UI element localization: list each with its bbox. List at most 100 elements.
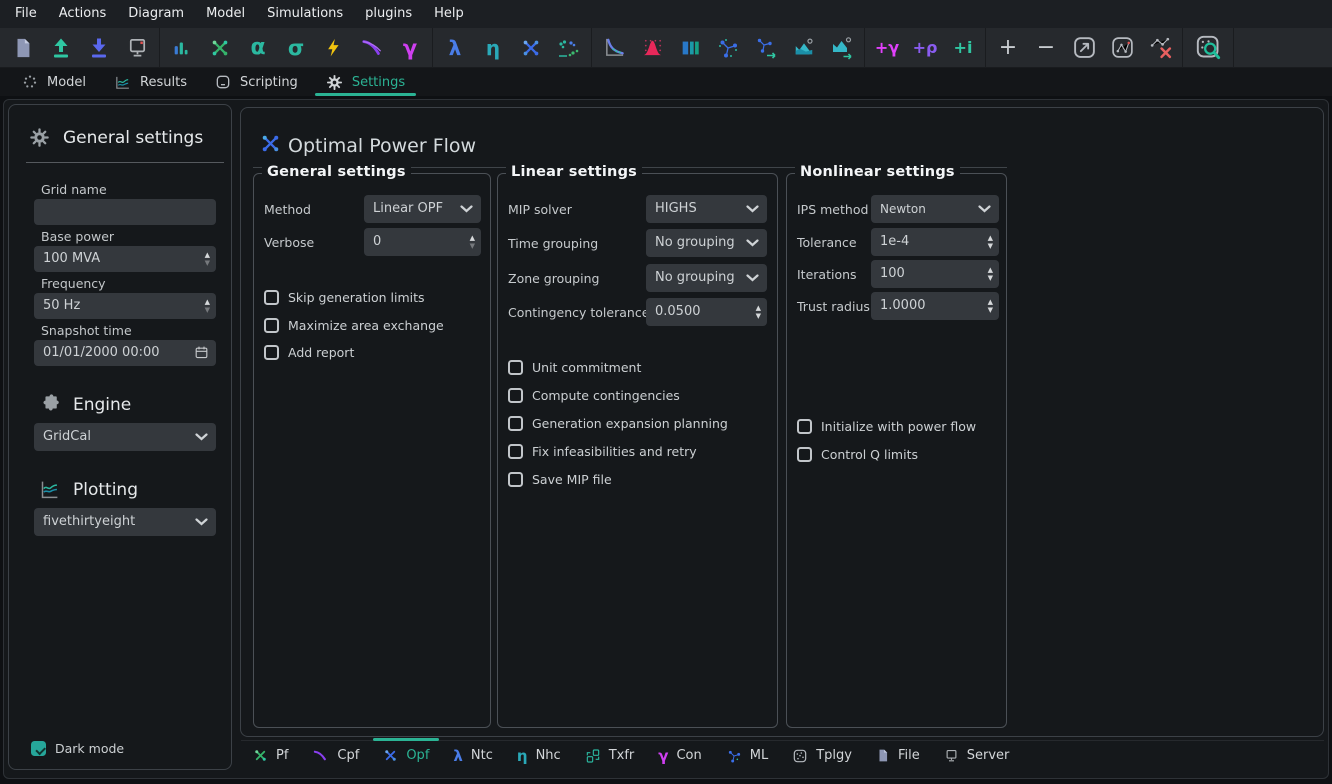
skip-generation-limits-checkbox[interactable] [264, 290, 279, 305]
tab-settings[interactable]: Settings [312, 68, 419, 96]
new-file-button[interactable] [4, 32, 42, 64]
tab-file[interactable]: File [864, 741, 932, 771]
tab-settings-label: Settings [352, 75, 405, 90]
scatter-groups-button[interactable] [550, 32, 588, 64]
tab-opf[interactable]: Opf [371, 741, 441, 771]
initialize-with-power-flow-checkbox[interactable] [797, 419, 812, 434]
engine-dropdown[interactable]: GridCal [34, 423, 216, 451]
clustering-button[interactable] [709, 32, 747, 64]
contingency-tolerance-spinbox[interactable]: 0.0500 ▲▼ [646, 298, 767, 326]
tab-tplgy[interactable]: Tplgy [780, 741, 864, 771]
trust-radius-spinbox[interactable]: 1.0000 ▲▼ [871, 292, 999, 320]
unit-commitment-checkbox[interactable] [508, 360, 523, 375]
compute-contingencies-checkbox[interactable] [508, 388, 523, 403]
add-rho-button[interactable]: +ρ [906, 32, 944, 64]
tab-ntc[interactable]: λ Ntc [441, 741, 504, 771]
alpha-button[interactable]: α [239, 32, 277, 64]
zone-grouping-dropdown[interactable]: No grouping [646, 264, 767, 292]
spin-arrows-icon[interactable]: ▲▼ [756, 298, 761, 326]
frequency-spinbox[interactable]: 50 Hz ▲▼ [34, 293, 216, 319]
add-report-checkbox[interactable] [264, 345, 279, 360]
decay-curve-button[interactable] [595, 32, 633, 64]
tab-pf[interactable]: Pf [241, 741, 300, 771]
menu-diagram[interactable]: Diagram [117, 0, 195, 28]
spin-arrows-icon[interactable]: ▲▼ [205, 293, 210, 319]
sigma-button[interactable]: σ [277, 32, 315, 64]
fix-infeasibilities-checkbox[interactable] [508, 444, 523, 459]
save-mip-file-checkbox[interactable] [508, 472, 523, 487]
short-circuit-button[interactable] [315, 32, 353, 64]
calendar-icon[interactable] [194, 345, 209, 360]
monitor-icon [126, 36, 149, 59]
tab-model[interactable]: Model [8, 68, 100, 96]
spin-arrows-icon[interactable]: ▲▼ [988, 292, 993, 320]
continuation-pf-button[interactable] [353, 32, 391, 64]
method-dropdown[interactable]: Linear OPF [364, 195, 481, 223]
time-series-button[interactable] [163, 32, 201, 64]
method-label: Method [264, 202, 311, 217]
open-model-button[interactable] [42, 32, 80, 64]
tab-con-label: Con [676, 748, 701, 763]
toolbar-file-group [4, 28, 156, 68]
gamma-button[interactable]: γ [391, 32, 429, 64]
menu-help[interactable]: Help [423, 0, 475, 28]
zoom-in-button[interactable]: + [989, 32, 1027, 64]
plotting-header: Plotting [39, 479, 138, 500]
grid-reduction-button[interactable] [1103, 32, 1141, 64]
ntc-button[interactable]: λ [436, 32, 474, 64]
time-grouping-dropdown[interactable]: No grouping [646, 229, 767, 257]
tab-cpf-label: Cpf [337, 748, 359, 763]
tab-scripting[interactable]: Scripting [201, 68, 312, 96]
spin-arrows-icon[interactable]: ▲▼ [470, 228, 475, 256]
zoom-out-button[interactable]: − [1027, 32, 1065, 64]
spin-arrows-icon[interactable]: ▲▼ [205, 246, 210, 272]
dark-mode-checkbox[interactable] [31, 741, 46, 756]
clustering-run-button[interactable] [747, 32, 785, 64]
grid-name-input[interactable] [34, 199, 216, 225]
generation-expansion-checkbox[interactable] [508, 416, 523, 431]
ips-method-dropdown[interactable]: Newton Raphson [871, 195, 999, 223]
snapshot-time-input[interactable]: 01/01/2000 00:00 [34, 340, 216, 366]
menu-actions[interactable]: Actions [48, 0, 118, 28]
control-q-limits-checkbox[interactable] [797, 447, 812, 462]
tab-cpf[interactable]: Cpf [300, 741, 371, 771]
plot-image-export-button[interactable] [823, 32, 861, 64]
iterations-spinbox[interactable]: 100 ▲▼ [871, 260, 999, 288]
expand-button[interactable] [1065, 32, 1103, 64]
menu-plugins[interactable]: plugins [354, 0, 423, 28]
base-power-label: Base power [41, 229, 114, 244]
tab-server[interactable]: Server [932, 741, 1022, 771]
tab-results[interactable]: Results [100, 68, 201, 96]
mip-solver-dropdown[interactable]: HIGHS [646, 195, 767, 223]
plot-image-button[interactable] [785, 32, 823, 64]
opf-button[interactable] [512, 32, 550, 64]
spin-arrows-icon[interactable]: ▲▼ [988, 228, 993, 256]
add-i-button[interactable]: +i [944, 32, 982, 64]
delete-with-reduction-button[interactable] [1141, 32, 1179, 64]
find-in-grid-button[interactable] [1186, 32, 1230, 64]
menu-file[interactable]: File [4, 0, 48, 28]
distribution-button[interactable] [633, 32, 671, 64]
tab-con[interactable]: γ Con [646, 741, 714, 771]
tolerance-spinbox[interactable]: 1e-4 ▲▼ [871, 228, 999, 256]
maximize-area-exchange-checkbox[interactable] [264, 318, 279, 333]
menu-simulations[interactable]: Simulations [256, 0, 354, 28]
power-flow-button[interactable] [201, 32, 239, 64]
nhc-button[interactable]: η [474, 32, 512, 64]
zone-grouping-value: No grouping [655, 264, 735, 292]
tab-ml[interactable]: ML [714, 741, 780, 771]
add-gamma-button[interactable]: +γ [868, 32, 906, 64]
spin-arrows-icon[interactable]: ▲▼ [988, 260, 993, 288]
save-model-button[interactable] [80, 32, 118, 64]
menu-model[interactable]: Model [195, 0, 256, 28]
tab-nhc[interactable]: η Nhc [505, 741, 573, 771]
tab-txfr[interactable]: Txfr [573, 741, 647, 771]
blue-bars-button[interactable] [671, 32, 709, 64]
verbose-spinbox[interactable]: 0 ▲▼ [364, 228, 481, 256]
plotting-style-dropdown[interactable]: fivethirtyeight [34, 508, 216, 536]
page-title: Optimal Power Flow [288, 135, 476, 157]
eta-icon: η [486, 36, 500, 60]
base-power-spinbox[interactable]: 100 MVA ▲▼ [34, 246, 216, 272]
server-connect-button[interactable] [118, 32, 156, 64]
checkbox-row: Generation expansion planning [508, 416, 728, 431]
